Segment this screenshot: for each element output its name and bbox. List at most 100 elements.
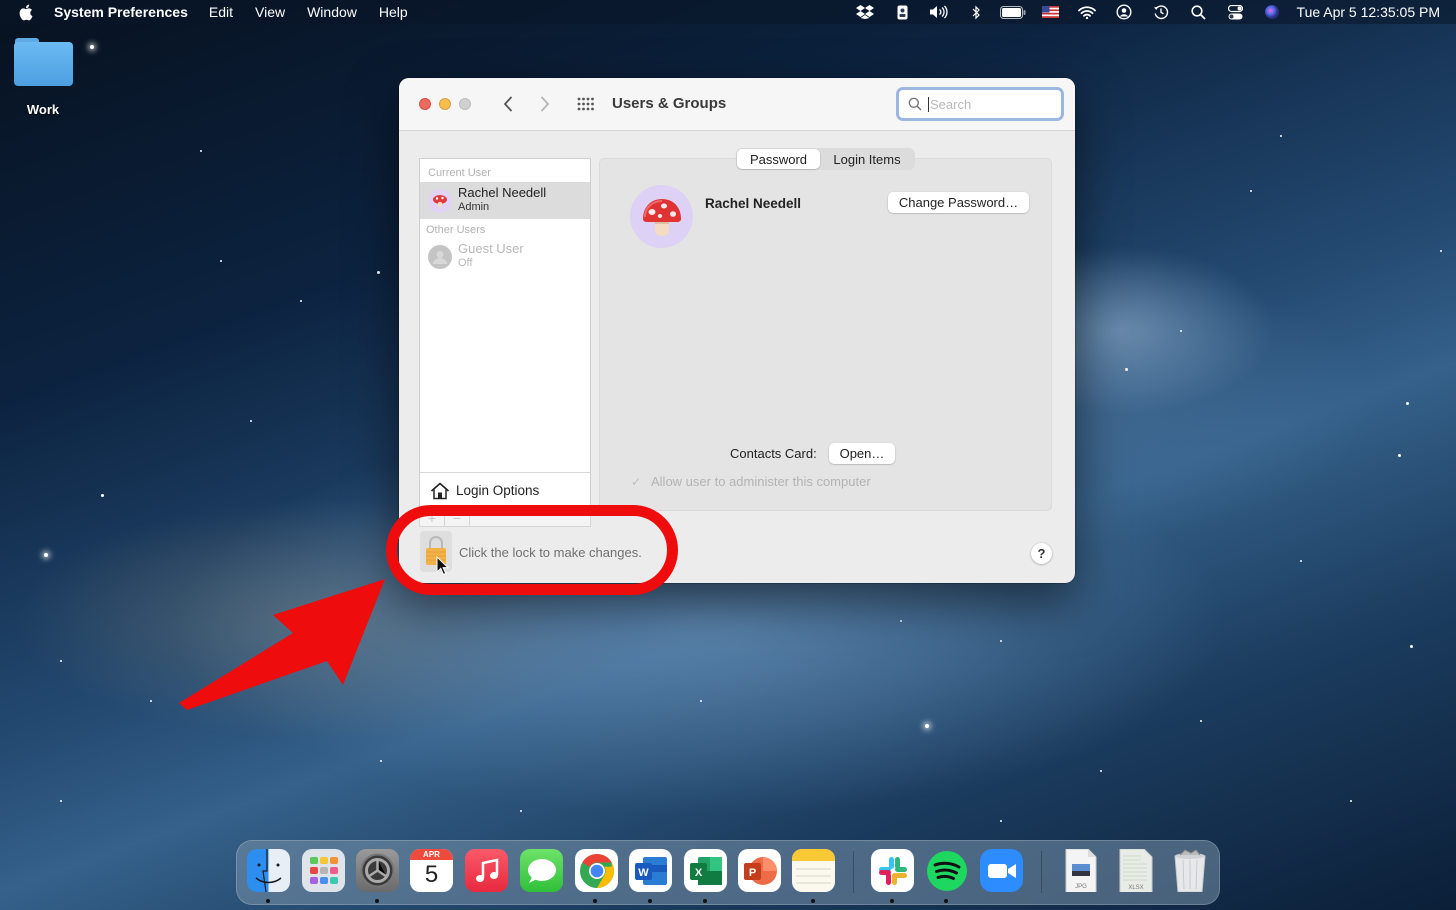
dock-music[interactable]	[465, 849, 508, 892]
dock-chrome[interactable]	[575, 849, 618, 892]
dropbox-icon[interactable]	[847, 0, 884, 24]
dock-jpg-document[interactable]: JPG	[1059, 849, 1102, 892]
star	[101, 494, 104, 497]
dock-zoom[interactable]	[980, 849, 1023, 892]
jpg-file-icon: JPG	[1065, 849, 1096, 892]
other-users-header: Other Users	[426, 224, 486, 236]
battery-icon[interactable]	[995, 0, 1032, 24]
star	[520, 810, 522, 812]
allow-admin-checkbox[interactable]: ✓ Allow user to administer this computer	[631, 474, 871, 489]
user-picture[interactable]	[630, 185, 693, 248]
open-contacts-button[interactable]: Open…	[829, 443, 895, 464]
apple-menu-icon[interactable]	[18, 3, 36, 21]
tab-password[interactable]: Password	[737, 149, 820, 169]
calendar-day: 5	[424, 861, 439, 888]
star	[44, 553, 48, 557]
file-ext: JPG	[1075, 884, 1087, 890]
volume-icon[interactable]	[921, 0, 958, 24]
user-row-current[interactable]: Rachel Needell Admin	[420, 182, 590, 219]
user-account-icon[interactable]	[1106, 0, 1143, 24]
video-camera-icon	[987, 863, 1016, 878]
svg-text:X: X	[694, 867, 702, 879]
menu-bar: System Preferences Edit View Window Help	[0, 0, 1456, 24]
forward-button[interactable]	[534, 92, 556, 116]
user-row-guest[interactable]: Guest User Off	[420, 238, 590, 275]
notes-icon	[792, 849, 835, 884]
dock-spotify[interactable]	[925, 849, 968, 892]
menu-edit[interactable]: Edit	[209, 4, 233, 20]
word-icon: W	[634, 856, 667, 885]
us-flag-icon[interactable]	[1032, 0, 1069, 24]
dock-slack[interactable]	[871, 849, 914, 892]
running-indicator	[648, 899, 652, 903]
chrome-icon	[579, 853, 614, 888]
bluetooth-icon[interactable]	[958, 0, 995, 24]
close-button[interactable]	[419, 98, 431, 110]
folder-icon	[13, 36, 73, 88]
dock-messages[interactable]	[520, 849, 563, 892]
music-note-icon	[475, 857, 498, 882]
dock-system-preferences[interactable]	[356, 849, 399, 892]
star	[1180, 330, 1182, 332]
dock-finder[interactable]	[247, 849, 290, 892]
time-machine-icon[interactable]	[1143, 0, 1180, 24]
dock-launchpad[interactable]	[302, 849, 345, 892]
menu-app-name[interactable]: System Preferences	[54, 4, 188, 20]
svg-text:P: P	[748, 867, 755, 879]
star	[1250, 190, 1252, 192]
login-options-label: Login Options	[456, 483, 540, 498]
star	[300, 300, 302, 302]
checkmark-icon: ✓	[631, 474, 642, 489]
menu-view[interactable]: View	[255, 4, 285, 20]
lock-instruction-text: Click the lock to make changes.	[459, 545, 642, 560]
help-button[interactable]: ?	[1031, 543, 1052, 564]
menubar-clock[interactable]: Tue Apr 5 12:35:05 PM	[1297, 4, 1440, 20]
star	[60, 800, 62, 802]
dock-calendar[interactable]: APR 5	[410, 849, 453, 892]
running-indicator	[944, 899, 948, 903]
users-groups-window: Users & Groups Current User Rachel Neede…	[399, 78, 1075, 583]
remove-user-button[interactable]: −	[445, 509, 470, 526]
dock-xlsx-document[interactable]: XLSX	[1114, 849, 1157, 892]
allow-admin-label: Allow user to administer this computer	[651, 474, 871, 489]
dock-word[interactable]: W	[629, 849, 672, 892]
menu-help[interactable]: Help	[379, 4, 408, 20]
show-all-grid-button[interactable]	[576, 95, 596, 113]
login-options-item[interactable]: Login Options	[420, 472, 590, 508]
tab-login-items[interactable]: Login Items	[820, 149, 914, 169]
siri-icon[interactable]	[1254, 0, 1291, 24]
tab-bar: Password Login Items	[736, 148, 915, 170]
search-field[interactable]	[896, 87, 1064, 121]
mushroom-icon	[642, 198, 681, 236]
back-button[interactable]	[497, 92, 519, 116]
spotlight-search-icon[interactable]	[1180, 0, 1217, 24]
contact-card-icon[interactable]	[884, 0, 921, 24]
finder-icon	[255, 849, 282, 892]
powerpoint-icon: P	[743, 856, 777, 885]
menu-window[interactable]: Window	[307, 4, 357, 20]
spotify-icon	[926, 850, 967, 891]
add-user-button[interactable]: +	[420, 509, 445, 526]
dock-excel[interactable]: X	[684, 849, 727, 892]
window-title: Users & Groups	[612, 95, 727, 112]
wifi-icon[interactable]	[1069, 0, 1106, 24]
minimize-button[interactable]	[439, 98, 451, 110]
dock-trash[interactable]	[1168, 849, 1211, 892]
dock: APR 5 W X P JPG XLSX	[236, 840, 1220, 905]
zoom-button[interactable]	[459, 98, 471, 110]
change-password-button[interactable]: Change Password…	[888, 192, 1029, 213]
search-input[interactable]	[930, 96, 1050, 112]
star	[250, 420, 252, 422]
chevron-left-icon	[503, 96, 512, 112]
star	[700, 700, 702, 702]
dock-notes[interactable]	[792, 849, 835, 892]
xlsx-file-icon: XLSX	[1119, 849, 1152, 892]
dock-powerpoint[interactable]: P	[738, 849, 781, 892]
contacts-card-label: Contacts Card:	[730, 446, 817, 461]
slack-icon	[878, 856, 907, 885]
desktop-folder-work[interactable]: Work	[12, 36, 74, 117]
running-indicator	[703, 899, 707, 903]
dock-separator	[853, 851, 854, 893]
control-center-icon[interactable]	[1217, 0, 1254, 24]
text-caret	[928, 96, 929, 112]
